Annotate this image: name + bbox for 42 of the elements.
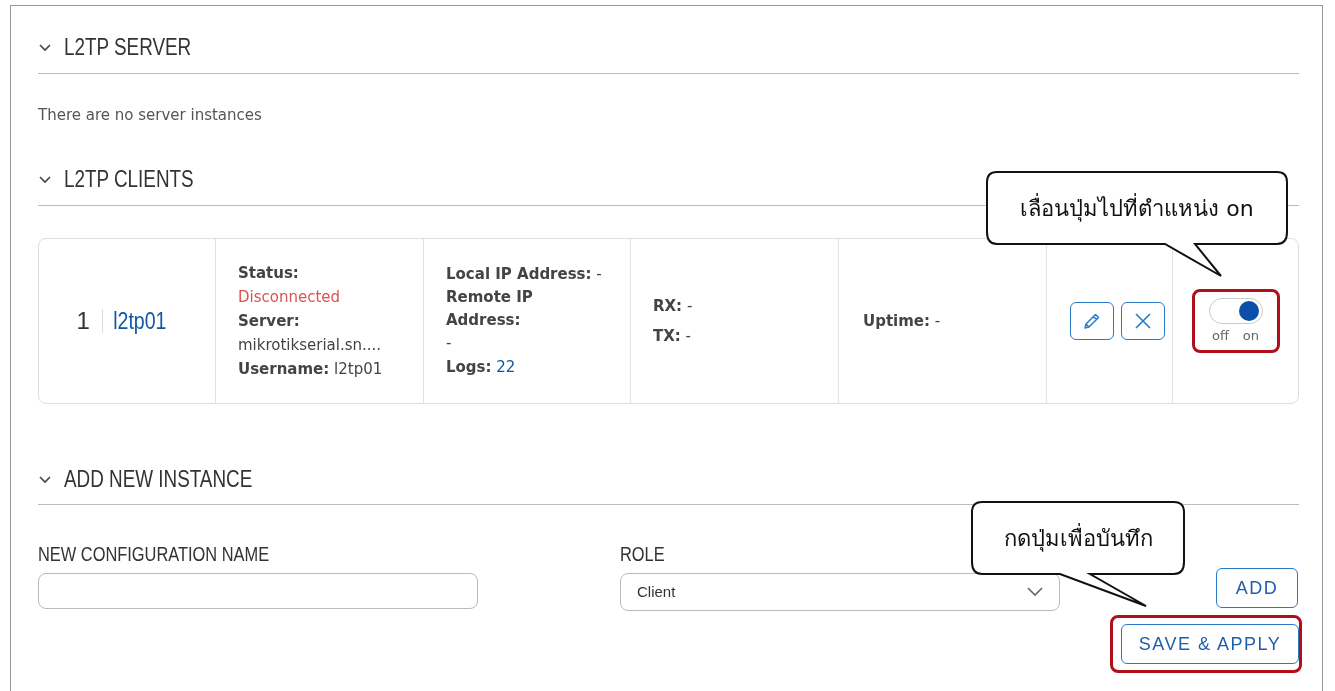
edit-button[interactable]: [1069, 301, 1114, 340]
field-label: ROLE: [620, 542, 666, 567]
section-title: L2TP SERVER: [64, 33, 192, 62]
callout: กดปุ่มเพื่อบันทึก: [970, 500, 1186, 610]
save-apply-button[interactable]: SAVE & APPLY: [1121, 624, 1299, 664]
remote-ip-value: -: [446, 333, 453, 354]
callout: เลื่อนปุ่มไปที่ตำแหน่ง on: [985, 170, 1289, 280]
field-label: Server:: [238, 311, 300, 330]
field-label: RX:: [653, 296, 683, 315]
field-label: Logs:: [446, 358, 492, 376]
chevron-down-icon[interactable]: [38, 473, 52, 484]
name-input[interactable]: [38, 573, 478, 609]
toggle-label: off: [1211, 326, 1229, 345]
chevron-down-icon[interactable]: [38, 42, 52, 53]
empty-message: There are no server instances: [38, 104, 263, 126]
chevron-down-icon[interactable]: [38, 174, 52, 185]
toggle-label: on: [1242, 326, 1260, 345]
section-title: ADD NEW INSTANCE: [64, 464, 253, 494]
row-number: 1: [76, 308, 103, 333]
local-ip-value: -: [596, 265, 602, 283]
field-label: Status:: [238, 263, 299, 282]
tx-value: -: [685, 326, 691, 345]
section-title: L2TP CLIENTS: [64, 165, 194, 194]
field-label: Remote IP Address:: [446, 287, 534, 331]
username-value: l2tp01: [334, 359, 383, 378]
client-name-link[interactable]: l2tp01: [102, 308, 167, 333]
server-value: mikrotikserial.sn....: [238, 335, 382, 354]
add-button[interactable]: ADD: [1216, 568, 1298, 608]
delete-button[interactable]: [1120, 301, 1165, 340]
field-label: Username:: [238, 359, 330, 378]
field-label: Local IP Address:: [446, 265, 592, 283]
uptime-value: -: [934, 311, 941, 330]
rx-value: -: [686, 296, 693, 315]
field-label: NEW CONFIGURATION NAME: [38, 542, 271, 567]
logs-link[interactable]: 22: [496, 358, 516, 376]
field-label: Uptime:: [863, 311, 931, 330]
role-select[interactable]: Client: [620, 573, 1060, 611]
toggle-switch[interactable]: [1208, 297, 1263, 324]
close-icon: [1132, 310, 1153, 331]
field-label: TX:: [653, 326, 681, 345]
chevron-down-icon: [1027, 587, 1043, 597]
status-value: Disconnected: [238, 287, 341, 306]
